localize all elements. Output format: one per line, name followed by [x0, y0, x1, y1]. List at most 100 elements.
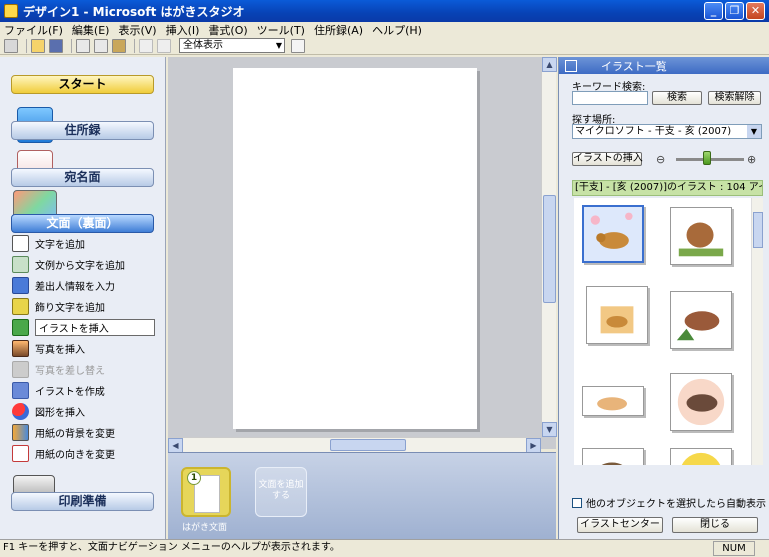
zoom-slider-thumb[interactable]	[702, 151, 711, 165]
undo-icon[interactable]	[139, 38, 153, 53]
title-bar: デザイン1 - Microsoft はがきスタジオ _ ❐ ✕	[0, 0, 769, 22]
auto-show-checkbox[interactable]	[572, 497, 582, 508]
menu-view[interactable]: 表示(V)	[118, 22, 156, 38]
background-icon	[12, 424, 29, 441]
nav-pane-icon[interactable]	[4, 38, 18, 53]
illustration-item[interactable]	[670, 448, 732, 465]
illustration-item[interactable]	[670, 291, 732, 349]
design-canvas[interactable]	[168, 57, 556, 449]
illustration-item[interactable]	[582, 386, 644, 416]
task-label: 用紙の向きを変更	[35, 450, 115, 461]
page-thumbnail[interactable]: 1	[181, 467, 231, 517]
scroll-up-arrow[interactable]: ▲	[542, 57, 557, 72]
boar-illustration	[590, 212, 633, 249]
start-button[interactable]: スタート	[11, 75, 154, 94]
scroll-thumb[interactable]	[543, 195, 556, 303]
page-strip: 1 はがき文面 文面を追加する	[168, 452, 556, 539]
menu-format[interactable]: 書式(O)	[208, 22, 247, 38]
save-icon[interactable]	[49, 38, 63, 53]
task-label: 飾り文字を追加	[35, 303, 105, 314]
task-add-text[interactable]: 文字を追加	[12, 233, 155, 254]
task-replace-photo: 写真を差し替え	[12, 359, 155, 380]
task-insert-shape[interactable]: 図形を挿入	[12, 401, 155, 422]
task-create-illustration[interactable]: イラストを作成	[12, 380, 155, 401]
scroll-thumb[interactable]	[753, 212, 763, 248]
illustration-item[interactable]	[670, 207, 732, 265]
illustration-item[interactable]	[670, 373, 732, 431]
scroll-right-arrow[interactable]: ▶	[526, 438, 541, 453]
gallery-scrollbar[interactable]	[751, 198, 763, 465]
search-button[interactable]: 検索	[652, 91, 702, 105]
illustration-item[interactable]	[582, 205, 644, 263]
task-sender-info[interactable]: 差出人情報を入力	[12, 275, 155, 296]
decorative-text-icon	[12, 298, 29, 315]
panel-icon[interactable]	[565, 59, 577, 72]
task-list: 文字を追加 文例から文字を追加 差出人情報を入力 飾り文字を追加 イラストを挿入…	[12, 233, 155, 464]
task-label: 文字を追加	[35, 240, 85, 251]
task-change-background[interactable]: 用紙の背景を変更	[12, 422, 155, 443]
search-location-value: マイクロソフト - 干支 - 亥 (2007)	[575, 126, 732, 137]
boar-illustration	[678, 222, 724, 257]
boar-illustration	[600, 306, 634, 334]
add-page-button[interactable]: 文面を追加する	[255, 467, 307, 517]
copy-icon[interactable]	[94, 38, 108, 53]
message-side-section[interactable]: 文面（裏面）	[11, 214, 154, 233]
scroll-thumb[interactable]	[330, 439, 406, 451]
insert-illustration-button[interactable]: イラストの挿入	[572, 152, 643, 166]
toolbar-separator	[71, 38, 72, 53]
paste-icon[interactable]	[112, 38, 126, 53]
restore-button[interactable]: ❐	[725, 2, 744, 20]
boar-illustration	[681, 452, 721, 465]
menu-tools[interactable]: ツール(T)	[257, 22, 305, 38]
postcard-page[interactable]	[233, 68, 477, 429]
gallery-header: [干支] - [亥 (2007)]のイラスト : 104 アイテム	[572, 180, 763, 196]
shape-icon	[12, 403, 29, 420]
close-button[interactable]: ✕	[746, 2, 765, 20]
zoom-out-icon[interactable]: ⊖	[656, 153, 665, 166]
task-decorative-text[interactable]: 飾り文字を追加	[12, 296, 155, 317]
scroll-left-arrow[interactable]: ◀	[168, 438, 183, 453]
task-label: 差出人情報を入力	[35, 282, 115, 293]
task-add-example-text[interactable]: 文例から文字を追加	[12, 254, 155, 275]
menu-file[interactable]: ファイル(F)	[4, 22, 63, 38]
recipient-side-section[interactable]: 宛名面	[11, 168, 154, 187]
toolbar-separator	[134, 38, 135, 53]
zoom-in-icon[interactable]: ⊕	[747, 153, 756, 166]
orientation-icon	[12, 445, 29, 462]
menu-insert[interactable]: 挿入(I)	[166, 22, 200, 38]
address-book-section[interactable]: 住所録	[11, 121, 154, 140]
redo-icon[interactable]	[157, 38, 171, 53]
illustration-item[interactable]	[582, 448, 644, 465]
scroll-down-arrow[interactable]: ▼	[542, 422, 557, 437]
boar-illustration	[677, 378, 725, 426]
search-location-select[interactable]: マイクロソフト - 干支 - 亥 (2007) ▼	[572, 124, 762, 139]
close-panel-button[interactable]: 閉じる	[672, 517, 758, 533]
illustration-icon	[12, 319, 29, 336]
keyword-input[interactable]	[572, 91, 648, 105]
task-label: 写真を差し替え	[35, 366, 105, 377]
task-insert-photo[interactable]: 写真を挿入	[12, 338, 155, 359]
menu-address[interactable]: 住所録(A)	[314, 22, 363, 38]
page-thumbnail-label: はがき文面	[182, 523, 228, 533]
open-icon[interactable]	[31, 38, 45, 53]
minimize-button[interactable]: _	[704, 2, 723, 20]
canvas-horizontal-scrollbar[interactable]: ◀ ▶	[168, 437, 541, 453]
task-change-orientation[interactable]: 用紙の向きを変更	[12, 443, 155, 464]
menu-edit[interactable]: 編集(E)	[72, 22, 110, 38]
print-prep-section[interactable]: 印刷準備	[11, 492, 154, 511]
task-insert-illustration[interactable]: イラストを挿入	[12, 317, 155, 338]
chevron-down-icon[interactable]: ▼	[747, 125, 761, 138]
replace-photo-icon	[12, 361, 29, 378]
menu-help[interactable]: ヘルプ(H)	[372, 22, 422, 38]
page-icon[interactable]	[291, 38, 305, 53]
canvas-vertical-scrollbar[interactable]: ▲ ▼	[541, 57, 557, 437]
clear-search-button[interactable]: 検索解除	[708, 91, 761, 105]
auto-show-option[interactable]: 他のオブジェクトを選択したら自動表示	[572, 495, 766, 510]
task-label: イラストを作成	[35, 387, 105, 398]
illustration-center-button[interactable]: イラストセンター	[577, 517, 663, 533]
zoom-select[interactable]: 全体表示	[179, 38, 285, 53]
cut-icon[interactable]	[76, 38, 90, 53]
photo-icon	[12, 340, 29, 357]
illustration-item[interactable]	[586, 286, 648, 344]
panel-header: イラスト一覧	[559, 57, 769, 74]
